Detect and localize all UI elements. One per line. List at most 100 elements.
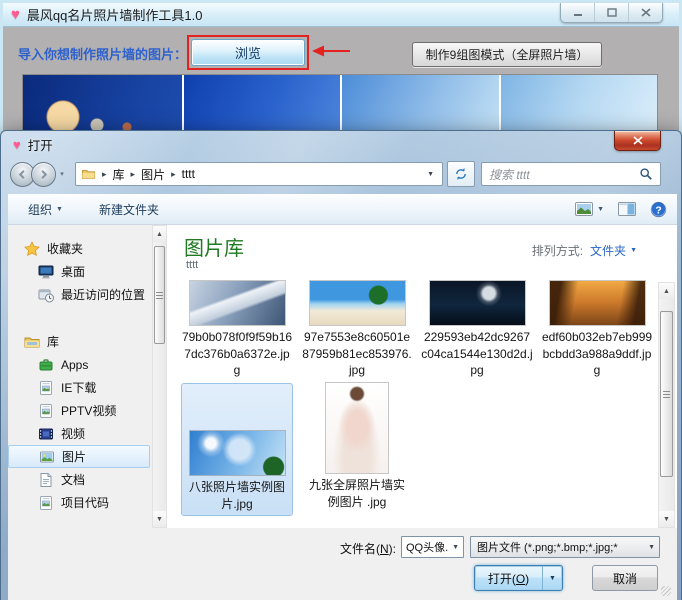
sidebar-item-desktop[interactable]: 桌面 xyxy=(8,260,152,283)
file-item-selected[interactable]: 八张照片墙实例图片.jpg xyxy=(181,383,293,516)
file-item[interactable]: 97e7553e8c60501e87959b81ec853976.jpg xyxy=(301,280,413,379)
thumb-grip xyxy=(156,291,163,299)
chevron-down-icon: ▼ xyxy=(630,247,637,254)
filetype-combobox[interactable]: 图片文件 (*.png;*.bmp;*.jpg;* ▼ xyxy=(470,536,660,558)
app-title: 晨风qq名片照片墙制作工具1.0 xyxy=(26,8,203,23)
scroll-up-icon[interactable]: ▲ xyxy=(153,226,166,242)
new-folder-button[interactable]: 新建文件夹 xyxy=(99,201,159,218)
file-name: 229593eb42dc9267c04ca1544e130d2d.jpg xyxy=(421,330,533,377)
browse-button[interactable]: 浏览 xyxy=(191,39,305,66)
search-icon[interactable] xyxy=(639,167,653,181)
address-dropdown-icon[interactable]: ▼ xyxy=(424,171,437,178)
sidebar-item-ie-downloads[interactable]: IE下载 xyxy=(8,376,152,399)
folder-icon xyxy=(81,167,96,181)
photo-panel-light-blue xyxy=(342,75,499,135)
filename-label: 文件名(N): xyxy=(208,540,396,557)
scroll-down-icon[interactable]: ▼ xyxy=(153,511,166,527)
scrollbar-thumb[interactable] xyxy=(154,246,165,344)
history-dropdown[interactable]: ▾ xyxy=(56,170,68,178)
sidebar-item-label: PPTV视频 xyxy=(61,404,117,418)
sidebar-item-project-code[interactable]: 项目代码 xyxy=(8,491,152,514)
preview-pane-button[interactable] xyxy=(618,202,636,216)
library-page-icon xyxy=(38,380,54,396)
recent-places-icon xyxy=(38,287,54,303)
annotation-arrow-icon xyxy=(312,44,352,58)
organize-label: 组织 xyxy=(28,202,53,217)
sidebar-item-videos[interactable]: 视频 xyxy=(8,422,152,445)
search-box: 搜索 tttt xyxy=(481,162,661,186)
breadcrumb: ▸ 库 ▸ 图片 ▸ tttt ▼ xyxy=(75,162,443,186)
file-item[interactable]: 229593eb42dc9267c04ca1544e130d2d.jpg xyxy=(421,280,533,379)
new-folder-label: 新建文件夹 xyxy=(98,202,159,217)
sidebar: 收藏夹 桌面 最近访问的位置 库 Apps IE下载 PPTV视频 视频 图片 … xyxy=(8,225,152,528)
filename-combobox[interactable]: QQ头像.png ▼ xyxy=(401,536,464,558)
cancel-button[interactable]: 取消 xyxy=(592,565,658,591)
scroll-up-icon[interactable]: ▲ xyxy=(659,283,674,299)
breadcrumb-item-pictures[interactable]: 图片 xyxy=(141,166,165,183)
sidebar-item-documents[interactable]: 文档 xyxy=(8,468,152,491)
dialog-title: 打开 xyxy=(27,139,53,153)
dialog-close-button[interactable] xyxy=(614,131,661,151)
close-icon xyxy=(632,136,643,145)
back-arrow-icon xyxy=(17,169,28,180)
filetype-value: 图片文件 (*.png;*.bmp;*.jpg;* xyxy=(477,542,618,554)
library-page-icon xyxy=(38,403,54,419)
file-thumbnail xyxy=(188,430,286,476)
make-9grid-mode-button[interactable]: 制作9组图模式（全屏照片墙） xyxy=(412,42,602,67)
sidebar-item-favorites[interactable]: 收藏夹 xyxy=(8,237,152,260)
arrange-by-dropdown[interactable]: 文件夹 ▼ xyxy=(590,242,637,259)
file-item[interactable]: edf60b032eb7eb999bcbdd3a988a9ddf.jpg xyxy=(541,280,653,379)
sidebar-item-apps[interactable]: Apps xyxy=(8,353,152,376)
file-name: edf60b032eb7eb999bcbdd3a988a9ddf.jpg xyxy=(541,330,653,377)
sidebar-item-libraries[interactable]: 库 xyxy=(8,330,152,353)
refresh-button[interactable] xyxy=(447,161,475,187)
library-icon xyxy=(24,334,40,350)
chevron-down-icon[interactable]: ▼ xyxy=(448,544,463,551)
sidebar-item-pptv-videos[interactable]: PPTV视频 xyxy=(8,399,152,422)
library-subtitle: tttt xyxy=(186,259,199,271)
file-name: 九张全屏照片墙实例图片 .jpg xyxy=(309,478,406,509)
file-name: 97e7553e8c60501e87959b81ec853976.jpg xyxy=(302,330,412,377)
sidebar-item-recent-places[interactable]: 最近访问的位置 xyxy=(8,283,152,306)
maximize-button[interactable] xyxy=(595,3,629,22)
photo-panel-pale-blue xyxy=(500,75,657,135)
dialog-footer: 文件名(N): QQ头像.png ▼ 图片文件 (*.png;*.bmp;*.j… xyxy=(8,528,677,600)
sidebar-item-label: 库 xyxy=(47,335,60,349)
search-input[interactable]: 搜索 tttt xyxy=(489,166,639,183)
maximize-icon xyxy=(606,8,617,17)
forward-button[interactable] xyxy=(31,161,56,187)
sidebar-item-label: 项目代码 xyxy=(61,496,110,510)
open-label-post: ) xyxy=(525,571,530,586)
file-item[interactable]: 九张全屏照片墙实例图片 .jpg xyxy=(301,382,413,516)
file-list-scrollbar[interactable]: ▲ ▼ xyxy=(658,282,675,528)
thumb-grip xyxy=(663,390,670,398)
breadcrumb-item-libraries[interactable]: 库 xyxy=(113,166,125,183)
breadcrumb-item-tttt[interactable]: tttt xyxy=(182,167,195,181)
arrange-label: 排列方式: xyxy=(531,244,584,258)
sidebar-item-label: Apps xyxy=(61,357,89,372)
close-icon xyxy=(641,8,651,17)
resize-grip-icon[interactable] xyxy=(661,586,671,596)
photo-strip xyxy=(22,74,658,136)
organize-menu[interactable]: 组织 ▼ xyxy=(28,201,63,218)
chevron-right-icon: ▸ xyxy=(171,168,176,179)
sidebar-scrollbar[interactable]: ▲ ▼ xyxy=(152,225,167,528)
scrollbar-thumb[interactable] xyxy=(660,311,673,477)
views-button[interactable]: ▼ xyxy=(575,202,604,216)
open-split-button: 打开(O) ▼ xyxy=(474,565,563,591)
open-button[interactable]: 打开(O) xyxy=(475,570,542,587)
scroll-down-icon[interactable]: ▼ xyxy=(659,511,674,527)
close-button[interactable] xyxy=(629,3,662,22)
help-button[interactable]: ? xyxy=(650,200,667,218)
library-title: 图片库 xyxy=(184,238,244,260)
chevron-down-icon[interactable]: ▼ xyxy=(644,544,659,551)
refresh-icon xyxy=(454,167,468,181)
apps-icon xyxy=(38,357,54,373)
open-dialog: ♥ 打开 ▾ ▸ 库 ▸ 图片 ▸ tttt ▼ 搜索 tttt 组织 ▼ 新建… xyxy=(0,130,682,600)
address-bar: ▾ ▸ 库 ▸ 图片 ▸ tttt ▼ 搜索 tttt xyxy=(10,160,661,188)
open-dropdown-button[interactable]: ▼ xyxy=(542,566,562,590)
file-item[interactable]: 79b0b078f0f9f59b167dc376b0a6372e.jpg xyxy=(181,280,293,379)
minimize-button[interactable] xyxy=(561,3,595,22)
sidebar-item-pictures[interactable]: 图片 xyxy=(8,445,150,468)
